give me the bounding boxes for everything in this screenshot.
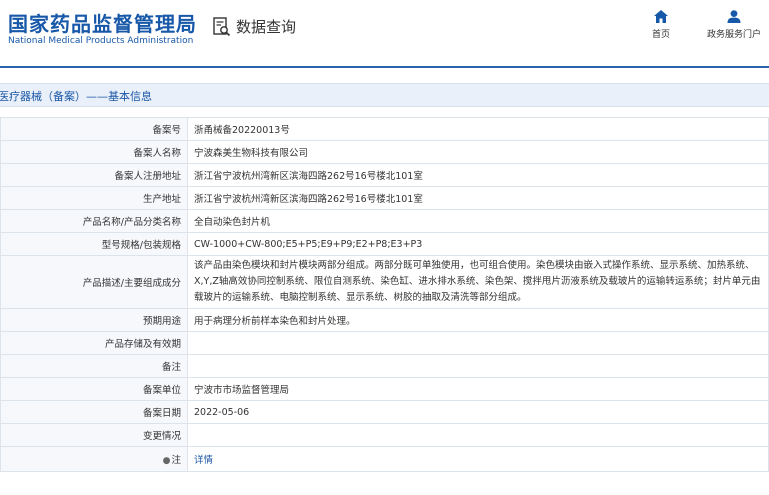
nav-home[interactable]: 首页: [631, 10, 691, 40]
row-label: 备案单位: [0, 377, 188, 401]
home-icon: [654, 10, 668, 23]
table-row: 产品描述/主要组成成分 该产品由染色模块和封片模块两部分组成。两部分既可单独使用…: [0, 255, 769, 309]
row-label: 备案号: [0, 117, 188, 141]
section-header: 医疗器械（备案）——基本信息: [0, 83, 769, 107]
table-row: 备注: [0, 354, 769, 378]
row-value: 详情: [187, 446, 769, 472]
info-table: 备案号 浙甬械备20220013号 备案人名称 宁波森美生物科技有限公司 备案人…: [0, 117, 769, 472]
table-row: 备案日期 2022-05-06: [0, 400, 769, 424]
table-row: 型号规格/包装规格 CW-1000+CW-800;E5+P5;E9+P9;E2+…: [0, 232, 769, 256]
nav-home-label: 首页: [651, 30, 670, 40]
row-value: 宁波森美生物科技有限公司: [187, 140, 769, 164]
row-label: 型号规格/包装规格: [0, 232, 188, 256]
table-row: ●注 详情: [0, 446, 769, 472]
table-row: 备案人注册地址 浙江省宁波杭州湾新区滨海四路262号16号楼北101室: [0, 163, 769, 187]
nav-service-label: 政务服务门户: [706, 30, 761, 40]
table-row: 备案单位 宁波市市场监督管理局: [0, 377, 769, 401]
row-value: [187, 423, 769, 447]
table-row: 预期用途 用于病理分析前样本染色和封片处理。: [0, 308, 769, 332]
row-label: 变更情况: [0, 423, 188, 447]
note-label-cell: ●注: [0, 446, 188, 472]
row-value: CW-1000+CW-800;E5+P5;E9+P9;E2+P8;E3+P3: [187, 232, 769, 256]
row-value: [187, 354, 769, 378]
row-value: 2022-05-06: [187, 400, 769, 424]
row-value: 该产品由染色模块和封片模块两部分组成。两部分既可单独使用，也可组合使用。染色模块…: [187, 255, 769, 309]
row-label: 产品描述/主要组成成分: [0, 255, 188, 309]
table-row: 变更情况: [0, 423, 769, 447]
location-pin-icon: ●: [162, 456, 171, 466]
row-value: 浙甬械备20220013号: [187, 117, 769, 141]
row-label: 备案日期: [0, 400, 188, 424]
row-value: [187, 331, 769, 355]
section-title: 医疗器械（备案）——基本信息: [0, 90, 152, 103]
site-header: 国家药品监督管理局 National Medical Products Admi…: [0, 0, 769, 66]
row-label: 注: [171, 455, 181, 466]
details-link[interactable]: 详情: [194, 455, 213, 466]
table-row: 备案人名称 宁波森美生物科技有限公司: [0, 140, 769, 164]
table-row: 产品存储及有效期: [0, 331, 769, 355]
table-row: 生产地址 浙江省宁波杭州湾新区滨海四路262号16号楼北101室: [0, 186, 769, 210]
row-label: 产品存储及有效期: [0, 331, 188, 355]
header-divider: [0, 66, 769, 68]
row-label: 预期用途: [0, 308, 188, 332]
row-value: 宁波市市场监督管理局: [187, 377, 769, 401]
data-query-icon: [213, 17, 231, 37]
nav-service-portal[interactable]: 政务服务门户: [701, 10, 767, 40]
table-row: 产品名称/产品分类名称 全自动染色封片机: [0, 209, 769, 233]
row-label: 备注: [0, 354, 188, 378]
table-row: 备案号 浙甬械备20220013号: [0, 117, 769, 141]
user-icon: [727, 10, 741, 23]
row-value: 全自动染色封片机: [187, 209, 769, 233]
row-label: 备案人注册地址: [0, 163, 188, 187]
data-query-label[interactable]: 数据查询: [236, 16, 296, 37]
row-label: 产品名称/产品分类名称: [0, 209, 188, 233]
row-value: 浙江省宁波杭州湾新区滨海四路262号16号楼北101室: [187, 186, 769, 210]
row-label: 备案人名称: [0, 140, 188, 164]
row-value: 浙江省宁波杭州湾新区滨海四路262号16号楼北101室: [187, 163, 769, 187]
site-logo-subtitle: National Medical Products Administration: [8, 36, 194, 46]
site-logo-title[interactable]: 国家药品监督管理局: [8, 8, 197, 37]
row-label: 生产地址: [0, 186, 188, 210]
row-value: 用于病理分析前样本染色和封片处理。: [187, 308, 769, 332]
